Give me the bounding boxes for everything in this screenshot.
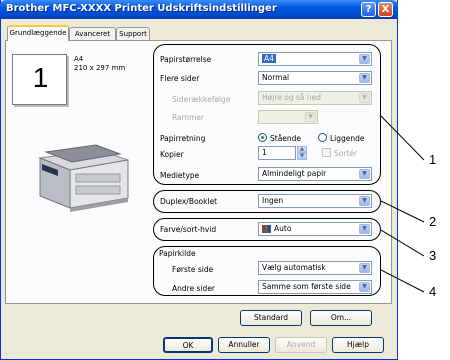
page-preview: 1 (12, 54, 67, 105)
color-label: Farve/sort-hvid (160, 225, 217, 234)
other-pages-select[interactable]: Samme som første side ▼ (258, 280, 372, 294)
window-title: Brother MFC-XXXX Printer Udskriftsindsti… (6, 3, 277, 14)
duplex-value: Ingen (262, 196, 284, 205)
callout-3: 3 (429, 248, 437, 263)
landscape-radio[interactable] (318, 133, 327, 142)
copies-label: Kopier (160, 150, 184, 159)
color-value: Auto (274, 224, 292, 233)
page-order-select[interactable]: Højre og så ned ▼ (258, 91, 372, 105)
chevron-down-icon[interactable]: ▼ (359, 263, 370, 273)
page-order-label: Siderækkefølge (172, 95, 231, 104)
chevron-down-icon[interactable]: ▼ (359, 196, 370, 206)
tab-support[interactable]: Support (116, 27, 150, 40)
landscape-label[interactable]: Liggende (330, 134, 365, 143)
chevron-down-icon[interactable]: ▼ (305, 112, 316, 122)
collate-label: Sortér (334, 149, 358, 158)
chevron-down-icon[interactable]: ▼ (359, 282, 370, 292)
other-pages-label: Andre sider (172, 284, 216, 293)
duplex-label: Duplex/Booklet (160, 197, 218, 206)
media-type-select[interactable]: Almindeligt papir ▼ (258, 167, 372, 181)
chevron-down-icon[interactable]: ▼ (359, 224, 370, 234)
paper-size-select[interactable]: A4 ▼ (258, 52, 372, 66)
collate-checkbox[interactable] (322, 148, 331, 157)
copies-down-button[interactable]: ▼ (297, 153, 307, 160)
multiple-pages-select[interactable]: Normal ▼ (258, 71, 372, 85)
page-number: 1 (32, 62, 49, 93)
paper-source-label: Papirkilde (159, 249, 196, 258)
default-button[interactable]: Standard (240, 310, 302, 326)
ok-button[interactable]: OK (163, 337, 213, 353)
first-page-select[interactable]: Vælg automatisk ▼ (258, 261, 372, 275)
chevron-down-icon[interactable]: ▼ (359, 54, 370, 64)
orientation-label: Papirretning (160, 134, 206, 143)
paper-info: A4 210 x 297 mm (74, 55, 125, 73)
close-button[interactable]: X (378, 2, 393, 17)
paper-size-label: Papirstørrelse (160, 55, 212, 64)
first-page-value: Vælg automatisk (262, 263, 326, 272)
callout-1: 1 (429, 152, 437, 167)
help-titlebar-button[interactable]: ? (361, 2, 376, 17)
cancel-button[interactable]: Annuller (218, 337, 270, 353)
tab-basic[interactable]: Grundlæggende (7, 25, 69, 41)
border-select[interactable]: ▼ (258, 110, 318, 124)
portrait-radio[interactable] (258, 133, 267, 142)
first-page-label: Første side (172, 265, 214, 274)
portrait-label[interactable]: Stående (270, 134, 301, 143)
tab-advanced[interactable]: Avanceret (69, 27, 116, 40)
other-pages-value: Samme som første side (262, 282, 351, 291)
media-type-value: Almindeligt papir (262, 169, 327, 178)
multiple-pages-value: Normal (262, 73, 290, 82)
printer-image (38, 144, 129, 212)
help-button[interactable]: Hjælp (332, 337, 384, 353)
apply-button[interactable]: Anvend (275, 337, 327, 353)
about-button[interactable]: Om... (310, 310, 372, 326)
chevron-down-icon[interactable]: ▼ (359, 169, 370, 179)
media-type-label: Medietype (160, 171, 200, 180)
paper-size-value: A4 (262, 54, 276, 63)
paper-name: A4 (74, 55, 84, 63)
paper-dimensions: 210 x 297 mm (74, 64, 126, 72)
chevron-down-icon[interactable]: ▼ (359, 93, 370, 103)
multiple-pages-label: Flere sider (160, 74, 200, 83)
duplex-select[interactable]: Ingen ▼ (258, 194, 372, 208)
color-mode-icon (262, 225, 271, 233)
title-bar[interactable]: Brother MFC-XXXX Printer Udskriftsindsti… (0, 0, 398, 19)
copies-up-button[interactable]: ▲ (297, 146, 307, 153)
chevron-down-icon[interactable]: ▼ (359, 73, 370, 83)
color-select[interactable]: Auto ▼ (258, 222, 372, 236)
copies-input[interactable]: 1 (258, 146, 296, 160)
callout-2: 2 (429, 214, 437, 229)
page-order-value: Højre og så ned (262, 93, 321, 102)
border-label: Rammer (172, 113, 204, 122)
callout-4: 4 (429, 284, 437, 299)
